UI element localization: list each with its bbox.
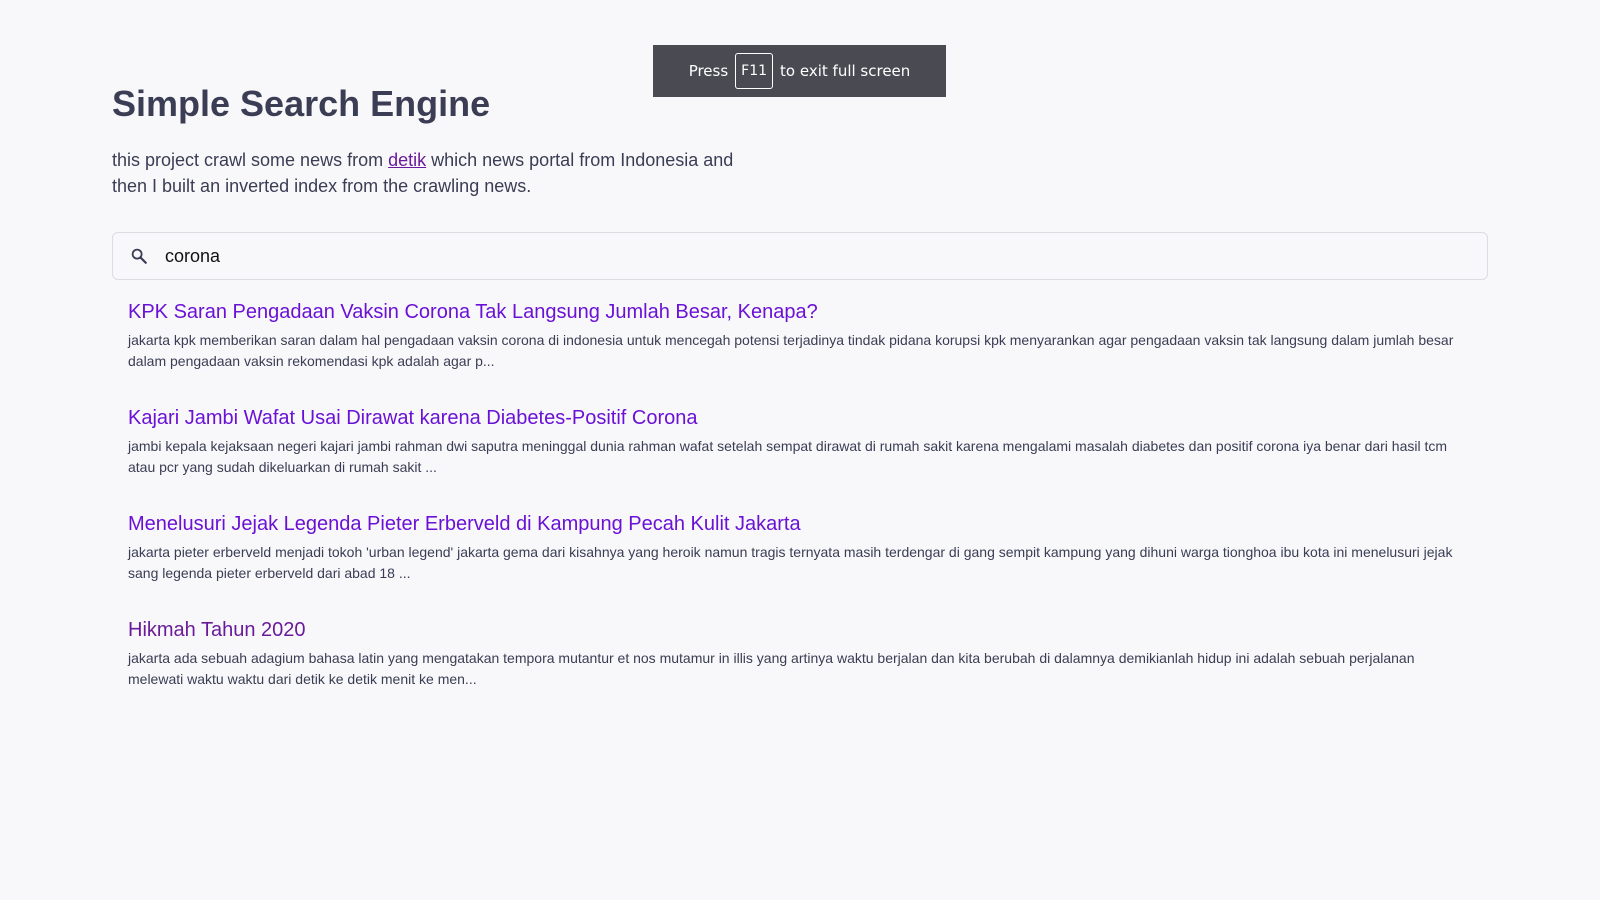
result-snippet: jambi kepala kejaksaan negeri kajari jam… — [128, 438, 1448, 475]
result-title-link[interactable]: Hikmah Tahun 2020 — [128, 616, 1468, 644]
search-box[interactable] — [112, 232, 1488, 280]
page: Press F11 to exit full screen Simple Sea… — [0, 0, 1600, 900]
search-icon — [130, 247, 148, 265]
result-snippet: jakarta pieter erberveld menjadi tokoh '… — [128, 544, 1453, 581]
detik-link[interactable]: detik — [388, 150, 426, 170]
result-item: Hikmah Tahun 2020 jakarta ada sebuah ada… — [128, 616, 1468, 722]
result-title-link[interactable]: KPK Saran Pengadaan Vaksin Corona Tak La… — [128, 298, 1468, 326]
fullscreen-press-label: Press — [688, 62, 729, 80]
search-results: KPK Saran Pengadaan Vaksin Corona Tak La… — [128, 298, 1468, 722]
f11-key-badge: F11 — [735, 53, 774, 89]
result-item: Kajari Jambi Wafat Usai Dirawat karena D… — [128, 404, 1468, 510]
page-description: this project crawl some news from detik … — [112, 147, 752, 199]
result-item: KPK Saran Pengadaan Vaksin Corona Tak La… — [128, 298, 1468, 404]
result-item: Menelusuri Jejak Legenda Pieter Erbervel… — [128, 510, 1468, 616]
search-input[interactable] — [165, 236, 1445, 276]
description-text-before: this project crawl some news from — [112, 150, 389, 170]
result-snippet: jakarta ada sebuah adagium bahasa latin … — [128, 650, 1415, 687]
result-title-link[interactable]: Menelusuri Jejak Legenda Pieter Erbervel… — [128, 510, 1468, 538]
fullscreen-exit-banner: Press F11 to exit full screen — [653, 45, 946, 97]
result-snippet: jakarta kpk memberikan saran dalam hal p… — [128, 332, 1454, 369]
result-title-link[interactable]: Kajari Jambi Wafat Usai Dirawat karena D… — [128, 404, 1468, 432]
fullscreen-suffix-label: to exit full screen — [780, 62, 911, 80]
page-title: Simple Search Engine — [112, 83, 491, 124]
